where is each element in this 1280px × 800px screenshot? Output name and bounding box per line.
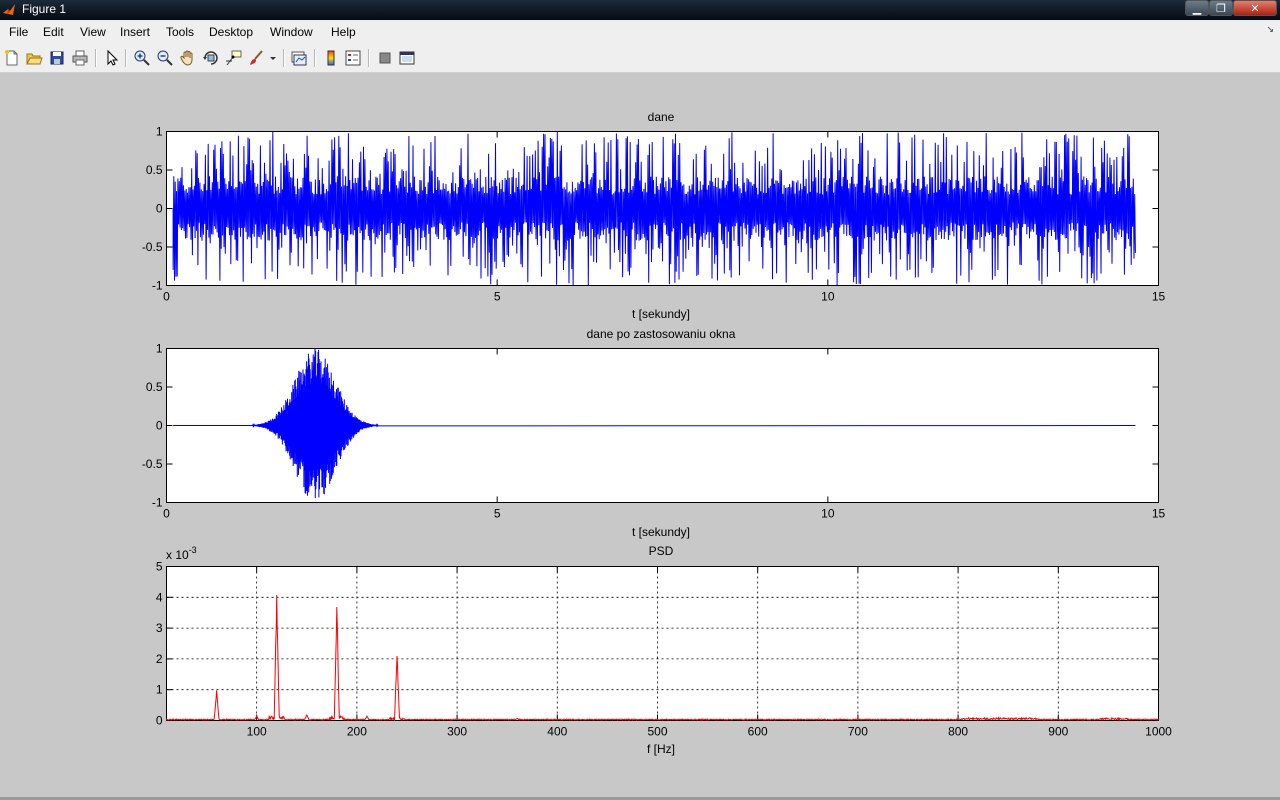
menu-help[interactable]: Help <box>331 25 356 39</box>
zoom-out-icon[interactable] <box>156 49 174 67</box>
x-tick-label: 15 <box>1152 507 1166 521</box>
x-tick-label: 15 <box>1152 290 1166 304</box>
axes-dane-po-oknie[interactable]: 0 5 10 15 1 0.5 0 -0.5 -1 dane po zastosowaniu o… <box>142 327 1166 539</box>
menu-view[interactable]: View <box>80 25 106 39</box>
zoom-in-icon[interactable] <box>133 49 151 67</box>
y-tick-label: 5 <box>156 560 163 574</box>
x-tick-label: 0 <box>163 507 170 521</box>
axes-2-title: dane po zastosowaniu okna <box>587 327 736 341</box>
matlab-logo-icon <box>3 4 15 15</box>
insert-colorbar-icon[interactable] <box>322 49 340 67</box>
open-file-icon[interactable] <box>25 49 43 67</box>
y-tick-label: 4 <box>156 590 163 604</box>
link-plot-icon[interactable] <box>290 49 308 67</box>
menu-edit[interactable]: Edit <box>43 25 64 39</box>
menu-bar: File Edit View Insert Tools Desktop Wind… <box>0 20 1280 44</box>
minimize-icon: ▁ <box>1192 2 1202 15</box>
x-tick-label: 100 <box>247 725 267 739</box>
x-tick-label: 300 <box>447 725 467 739</box>
axes-1-title: dane <box>648 110 675 124</box>
close-button[interactable]: ✕ <box>1233 0 1277 16</box>
y-tick-label: 0 <box>156 202 163 216</box>
minimize-button[interactable]: ▁ <box>1185 0 1209 16</box>
hide-plot-tools-icon[interactable] <box>376 49 394 67</box>
y-tick-label: 0 <box>156 714 163 728</box>
window-titlebar: Figure 1 ▁ ❐ ✕ <box>0 0 1280 20</box>
x-tick-label: 700 <box>848 725 868 739</box>
x-tick-label: 400 <box>547 725 567 739</box>
x-tick-label: 500 <box>647 725 667 739</box>
brush-dropdown-icon[interactable] <box>268 49 278 67</box>
axes-2-xlabel: t [sekundy] <box>632 525 690 539</box>
menu-window[interactable]: Window <box>270 25 313 39</box>
menu-file[interactable]: File <box>9 25 28 39</box>
axes-1-xlabel: t [sekundy] <box>632 307 690 321</box>
axes-3-scale-exponent: -3 <box>189 545 197 555</box>
menu-insert[interactable]: Insert <box>120 25 150 39</box>
insert-legend-icon[interactable] <box>344 49 362 67</box>
maximize-icon: ❐ <box>1216 2 1226 15</box>
axes-3-scale-factor: x 10-3 <box>166 545 197 562</box>
axes-psd[interactable]: 100 200 300 400 500 600 700 800 900 1000 5 4 3 2 1 0 PS… <box>156 544 1172 756</box>
rotate-3d-icon[interactable] <box>202 49 220 67</box>
y-tick-label: -1 <box>152 496 163 510</box>
menu-desktop[interactable]: Desktop <box>209 25 253 39</box>
print-icon[interactable] <box>71 49 89 67</box>
y-tick-label: 1 <box>156 125 163 139</box>
x-tick-label: 900 <box>1048 725 1068 739</box>
y-tick-label: 0.5 <box>146 380 163 394</box>
window-title: Figure 1 <box>22 2 67 16</box>
dock-figure-icon[interactable]: ↘ <box>1266 24 1274 35</box>
figure-toolbar <box>0 44 1280 73</box>
menu-tools[interactable]: Tools <box>166 25 194 39</box>
x-tick-label: 600 <box>748 725 768 739</box>
maximize-button[interactable]: ❐ <box>1209 0 1233 16</box>
y-tick-label: -1 <box>152 279 163 293</box>
toolbar-separator <box>314 49 316 67</box>
new-figure-icon[interactable] <box>3 49 21 67</box>
x-tick-label: 200 <box>347 725 367 739</box>
y-tick-label: 1 <box>156 342 163 356</box>
show-plot-tools-icon[interactable] <box>398 49 416 67</box>
x-tick-label: 5 <box>494 290 501 304</box>
x-tick-label: 800 <box>948 725 968 739</box>
x-tick-label: 1000 <box>1145 725 1172 739</box>
y-tick-label: 0.5 <box>146 163 163 177</box>
x-tick-label: 5 <box>494 507 501 521</box>
toolbar-separator <box>125 49 127 67</box>
axes-3-box <box>166 566 1159 721</box>
axes-3-scale-label: x 10 <box>166 548 189 562</box>
edit-plot-arrow-icon[interactable] <box>103 49 121 67</box>
x-tick-label: 10 <box>821 507 835 521</box>
save-icon[interactable] <box>48 49 66 67</box>
brush-icon[interactable] <box>248 49 266 67</box>
y-tick-label: 0 <box>156 419 163 433</box>
y-tick-label: 3 <box>156 621 163 635</box>
x-tick-label: 10 <box>821 290 835 304</box>
y-tick-label: -0.5 <box>142 240 163 254</box>
toolbar-separator <box>283 49 285 67</box>
toolbar-separator <box>95 49 97 67</box>
y-tick-label: 1 <box>156 683 163 697</box>
y-tick-label: -0.5 <box>142 457 163 471</box>
toolbar-separator <box>368 49 370 67</box>
axes-3-title: PSD <box>649 544 674 558</box>
pan-hand-icon[interactable] <box>179 49 197 67</box>
axes-3-xlabel: f [Hz] <box>647 742 675 756</box>
x-tick-label: 0 <box>163 290 170 304</box>
data-cursor-icon[interactable] <box>225 49 243 67</box>
figure-canvas: 0 5 10 1510.50-0.5-1 dane t [sekundy] 0 5 10 1… <box>142 110 1172 756</box>
axes-dane[interactable]: 0 5 10 15 1 0.5 0 -0.5 -1 dane t [sekundy] <box>142 110 1166 321</box>
close-icon: ✕ <box>1250 2 1260 15</box>
y-tick-label: 2 <box>156 652 163 666</box>
